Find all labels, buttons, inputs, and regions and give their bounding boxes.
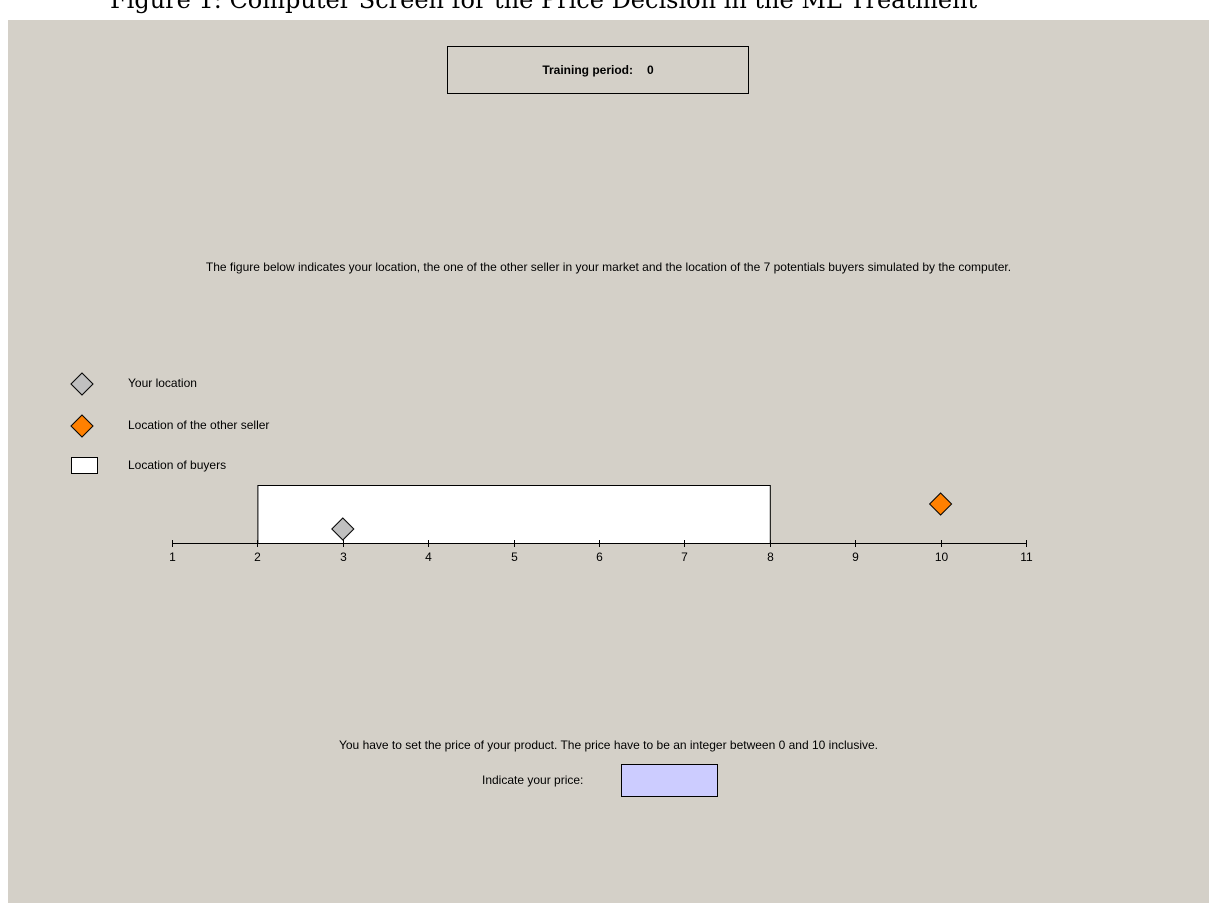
price-instruction: You have to set the price of your produc… (338, 738, 879, 752)
axis-tick-label: 4 (425, 550, 432, 564)
figure-caption-strip: Figure 1: Computer Screen for the Price … (0, 0, 1209, 20)
price-label: Indicate your price: (482, 773, 584, 787)
axis-tick-label: 2 (254, 550, 261, 564)
axis-tick-label: 8 (767, 550, 774, 564)
price-input[interactable] (621, 764, 718, 797)
market-line-plot: 1 2 3 4 5 6 7 8 9 10 11 (169, 485, 1033, 564)
axis-tick-label: 6 (596, 550, 603, 564)
other-seller-marker (928, 492, 953, 516)
figure-caption: Figure 1: Computer Screen for the Price … (110, 0, 978, 14)
axis-tick-label: 1 (169, 550, 176, 564)
axis-tick-label: 7 (681, 550, 688, 564)
axis-tick-label: 11 (1020, 550, 1033, 564)
experiment-screen: Training period: 0 The figure below indi… (8, 20, 1209, 903)
axis-tick-label: 5 (511, 550, 518, 564)
axis-tick-label: 10 (935, 550, 949, 564)
axis-tick-label: 9 (852, 550, 859, 564)
buyers-range-rect (257, 485, 771, 544)
axis-tick-label: 3 (340, 550, 347, 564)
